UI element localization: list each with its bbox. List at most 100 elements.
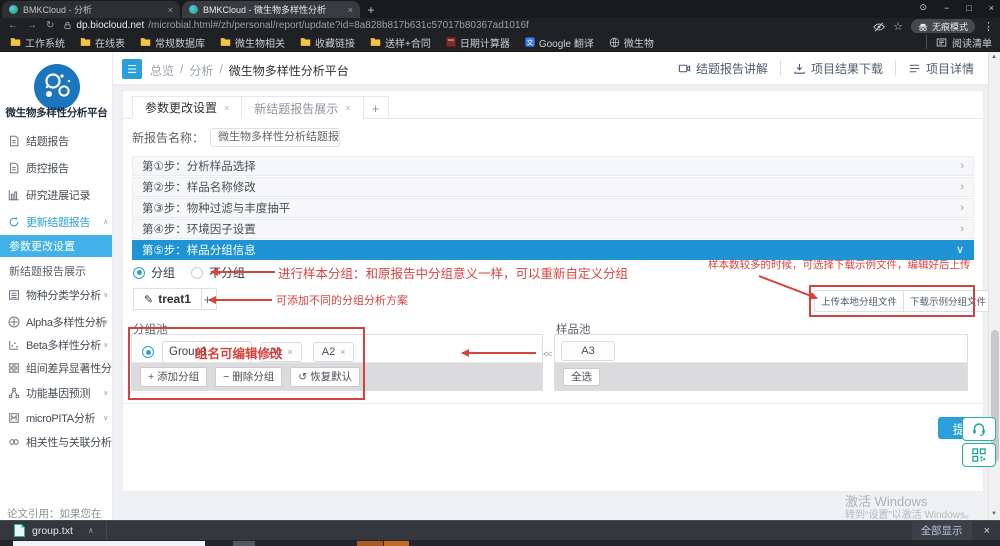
window-close-button[interactable]: ×	[989, 3, 994, 13]
link-icon	[8, 436, 21, 448]
minimize-button[interactable]: −	[944, 3, 949, 13]
bookmark-item[interactable]: 在线表	[80, 35, 125, 50]
tab-close-icon[interactable]: ×	[348, 5, 353, 15]
annotation-group-name-note: 组名可编辑修改	[195, 343, 283, 362]
radio-ungrouped[interactable]	[191, 267, 203, 279]
scheme-tab-treat1[interactable]: ✎ treat1	[133, 288, 202, 310]
radio-grouped[interactable]	[133, 267, 145, 279]
add-icon: +	[148, 371, 154, 383]
folder-icon	[80, 37, 91, 47]
toolbar-right: ☆ 无痕模式 ⋮	[873, 19, 994, 34]
bookmark-item[interactable]: 收藏链接	[300, 35, 355, 50]
sidebar-item[interactable]: 质控报告	[0, 158, 113, 178]
upload-local-group-button[interactable]: 上传本地分组文件	[814, 290, 904, 312]
download-bar-close-icon[interactable]: ×	[984, 525, 990, 537]
taskbar-app-icon[interactable]	[357, 541, 383, 546]
tag-close-icon[interactable]: ×	[340, 347, 345, 357]
sample-actions-strip: 全选	[555, 362, 967, 390]
sidebar-item[interactable]: 结题报告	[0, 131, 113, 151]
bookmark-item[interactable]: 工作系统	[10, 35, 65, 50]
reset-default-button[interactable]: ↺恢复默认	[290, 367, 360, 387]
report-name-input[interactable]: 微生物多样性分析结题报告	[210, 128, 340, 147]
download-example-group-button[interactable]: 下载示例分组文件	[904, 290, 993, 312]
sidebar-subitem[interactable]: 参数更改设置	[0, 235, 113, 257]
browser-tab[interactable]: BMKCloud - 分析×	[2, 1, 180, 18]
tag-close-icon[interactable]: ×	[287, 347, 292, 357]
header-action-download[interactable]: 项目结果下载	[780, 60, 895, 76]
address-bar[interactable]: dp.biocloud.net/microbial.html#/zh/perso…	[63, 20, 528, 31]
remove-group-button[interactable]: −删除分组	[215, 367, 282, 387]
downloaded-file-item[interactable]: group.txt ∧	[0, 524, 94, 537]
add-group-button[interactable]: +添加分组	[140, 367, 207, 387]
step-row[interactable]: 第①步：分析样品选择›	[132, 156, 974, 176]
qr-code-button[interactable]	[962, 443, 996, 467]
sidebar-item[interactable]: 功能基因预测∨	[0, 383, 113, 403]
sidebar-item[interactable]: Beta多样性分析∨	[0, 335, 113, 355]
breadcrumb-item[interactable]: 分析	[189, 62, 213, 79]
reading-list-button[interactable]: 阅读清单	[926, 35, 992, 49]
annotation-grouping-note: 进行样本分组：和原报告中分组意义一样，可以重新自定义分组	[278, 263, 628, 282]
breadcrumb-item[interactable]: 总览	[150, 62, 174, 79]
sidebar-item[interactable]: microPITA分析∨	[0, 408, 113, 428]
taskbar-app-icon[interactable]	[384, 541, 409, 546]
bookmark-star-icon[interactable]: ☆	[893, 20, 903, 33]
select-all-button[interactable]: 全选	[563, 368, 600, 386]
reload-icon[interactable]: ↻	[46, 20, 54, 31]
new-tab-button[interactable]: +	[360, 2, 382, 18]
beta-icon	[8, 339, 21, 351]
profile-icon[interactable]: ⊙	[919, 2, 927, 13]
sidebar-toggle-button[interactable]: ☰	[122, 59, 142, 79]
tab-close-icon[interactable]: ×	[224, 103, 229, 113]
bookmark-item[interactable]: 微生物相关	[220, 35, 285, 50]
customer-service-button[interactable]	[962, 417, 996, 441]
eye-off-icon[interactable]	[873, 21, 885, 33]
sidebar-subitem-label: 参数更改设置	[9, 238, 75, 254]
sidebar-item[interactable]: 物种分类学分析∨	[0, 285, 113, 305]
sidebar-subitem[interactable]: 新结题报告展示	[0, 260, 113, 282]
bookmark-item[interactable]: 送样+合同	[370, 35, 431, 50]
step-row[interactable]: 第④步：环境因子设置›	[132, 219, 974, 239]
browser-tab[interactable]: BMKCloud - 微生物多样性分析×	[182, 1, 360, 18]
scroll-down-arrow[interactable]: ▼	[991, 511, 997, 517]
step-row[interactable]: 第②步：样品名称修改›	[132, 177, 974, 197]
workspace-card: 参数更改设置×新结题报告展示×+ 新报告名称： 微生物多样性分析结题报告 第①步…	[122, 90, 984, 492]
bookmark-item[interactable]: 微生物	[609, 35, 654, 50]
taskbar-search-box[interactable]	[13, 541, 205, 546]
kebab-menu-icon[interactable]: ⋮	[983, 20, 994, 33]
forward-icon[interactable]: →	[27, 20, 37, 31]
sidebar-item[interactable]: 更新结题报告∧	[0, 212, 113, 232]
sidebar-item-label: 结题报告	[26, 133, 69, 149]
group-tag-label: A2	[322, 346, 335, 358]
group-select-radio[interactable]	[142, 346, 154, 358]
bookmark-item[interactable]: 常规数据库	[140, 35, 205, 50]
annotation-upload-note: 样本数较多的时候，可选择下载示例文件，编辑好后上传	[708, 257, 971, 272]
group-tag[interactable]: A2 ×	[313, 342, 355, 362]
sidebar-item[interactable]: 相关性与关联分析∨	[0, 432, 113, 452]
folder-icon	[370, 37, 381, 47]
header-action-detail[interactable]: 项目详情	[895, 60, 986, 76]
tab-close-icon[interactable]: ×	[168, 5, 173, 15]
sidebar-item[interactable]: Alpha多样性分析∨	[0, 312, 113, 332]
scroll-up-arrow[interactable]: ▲	[991, 54, 997, 60]
caret-up-icon[interactable]: ∧	[88, 526, 94, 535]
workspace-tab[interactable]: 参数更改设置×	[132, 96, 242, 119]
sample-tag[interactable]: A3	[561, 341, 615, 361]
tab-close-icon[interactable]: ×	[345, 103, 350, 113]
step-row[interactable]: 第③步：物种过滤与丰度抽平›	[132, 198, 974, 218]
header-action-video[interactable]: 结题报告讲解	[666, 60, 780, 76]
downloaded-file-name: group.txt	[32, 525, 73, 537]
taskbar-app-icon[interactable]	[233, 541, 255, 546]
sidebar-item[interactable]: 研究进展记录	[0, 185, 113, 205]
add-workspace-tab-button[interactable]: +	[364, 96, 389, 119]
sidebar-item-label: 组间差异显著性分析	[26, 360, 113, 376]
bookmark-item[interactable]: 文Google 翻译	[525, 35, 594, 50]
collapse-symbol[interactable]: <<	[543, 349, 552, 359]
show-all-downloads-button[interactable]: 全部显示	[912, 521, 972, 540]
sidebar-item[interactable]: 组间差异显著性分析∨	[0, 358, 113, 378]
bookmark-label: 送样+合同	[385, 35, 431, 50]
maximize-button[interactable]: □	[966, 3, 971, 13]
bookmark-item[interactable]: 日期计算器	[446, 35, 510, 50]
group-pool-panel: Group1 A1×A2× 组名可编辑修改 +添加分组−删除分组↺恢复默认	[131, 334, 543, 391]
workspace-tab[interactable]: 新结题报告展示×	[242, 96, 363, 119]
back-icon[interactable]: ←	[8, 20, 18, 31]
